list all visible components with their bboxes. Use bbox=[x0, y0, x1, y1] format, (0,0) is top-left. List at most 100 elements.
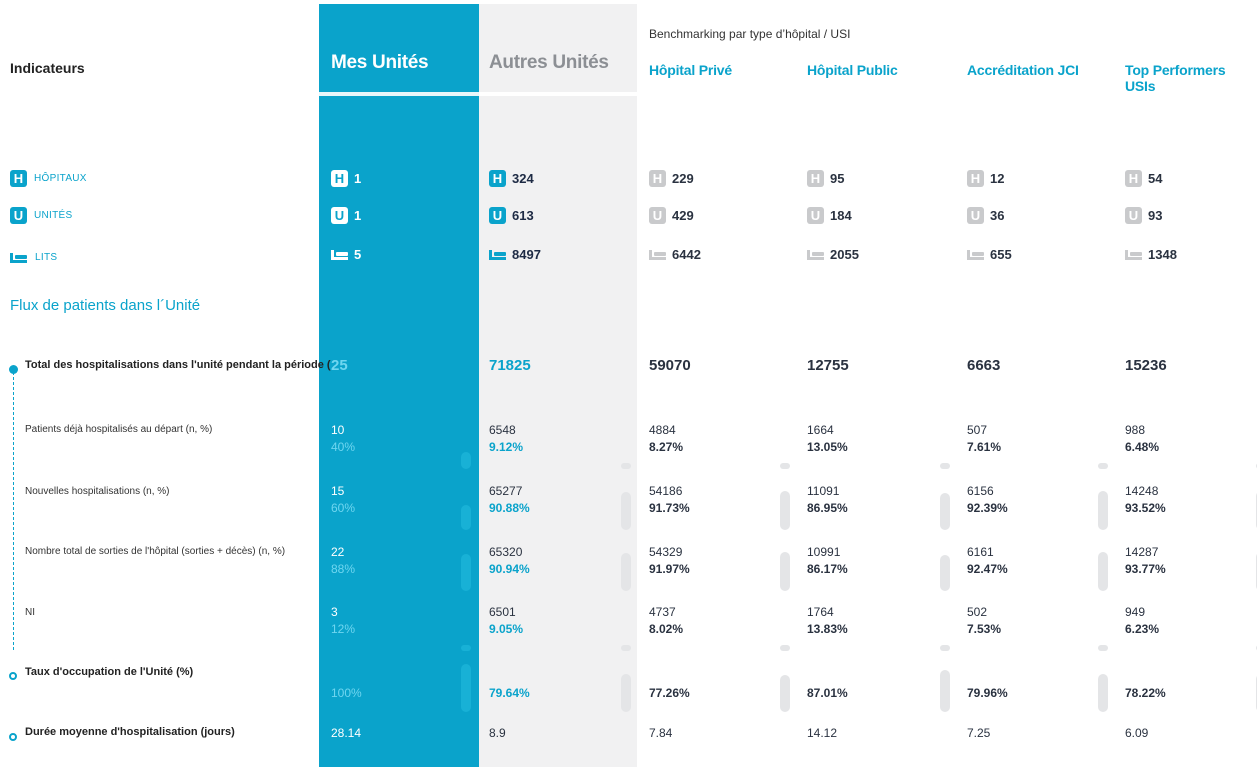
hospital-icon: H bbox=[10, 170, 27, 187]
occupancy-pct: 100% bbox=[331, 686, 362, 700]
bench-header-top[interactable]: Top Performers USIs bbox=[1125, 62, 1257, 94]
exits-n: 14287 bbox=[1125, 545, 1159, 559]
duration-value: 7.84 bbox=[649, 726, 673, 740]
ni-bar bbox=[461, 645, 471, 651]
row-label-total: Total des hospitalisations dans l'unité … bbox=[25, 359, 331, 371]
already-n: 988 bbox=[1125, 423, 1146, 437]
header-separator bbox=[319, 92, 479, 96]
units-count-cell: U 613 bbox=[489, 207, 534, 224]
ni-pct: 12% bbox=[331, 622, 356, 636]
hospitals-label: HÔPITAUX bbox=[34, 173, 87, 184]
occupancy-pct: 77.26% bbox=[649, 686, 690, 700]
new-bar bbox=[621, 492, 631, 530]
total-value: 71825 bbox=[489, 357, 531, 374]
exits-bar bbox=[461, 554, 471, 591]
total-value: 15236 bbox=[1125, 357, 1167, 374]
other-units-header[interactable]: Autres Unités bbox=[489, 52, 609, 74]
occupancy-bar bbox=[461, 664, 471, 712]
hospital-icon: H bbox=[1125, 170, 1142, 187]
hospitals-count-cell: H 95 bbox=[807, 170, 844, 187]
exits-pct: 91.97% bbox=[649, 562, 690, 576]
new-bar bbox=[461, 505, 471, 530]
row-label-duration: Durée moyenne d'hospitalisation (jours) bbox=[25, 726, 235, 738]
ni-bar bbox=[621, 645, 631, 651]
beds-count-cell: 5 bbox=[331, 247, 361, 262]
my-units-header[interactable]: Mes Unités bbox=[331, 52, 429, 74]
hospitals-count-cell: H1 bbox=[331, 170, 361, 187]
exits-pct: 86.17% bbox=[807, 562, 848, 576]
units-count-cell: U 93 bbox=[1125, 207, 1162, 224]
timeline-ring bbox=[9, 733, 17, 741]
bench-header-jci[interactable]: Accréditation JCI bbox=[967, 62, 1079, 78]
my-units-column bbox=[319, 4, 479, 767]
exits-pct: 93.77% bbox=[1125, 562, 1166, 576]
bed-icon bbox=[489, 249, 506, 260]
units-count-cell: U 36 bbox=[967, 207, 1004, 224]
new-pct: 60% bbox=[331, 501, 356, 515]
unit-icon: U bbox=[649, 207, 666, 224]
benchmark-caption: Benchmarking par type d’hôpital / USI bbox=[649, 27, 851, 41]
duration-value: 14.12 bbox=[807, 726, 838, 740]
row-label-occupancy: Taux d'occupation de l'Unité (%) bbox=[25, 666, 194, 678]
already-bar bbox=[780, 463, 790, 469]
exits-pct: 92.47% bbox=[967, 562, 1008, 576]
hospitals-count: 12 bbox=[990, 171, 1005, 186]
total-value: 12755 bbox=[807, 357, 849, 374]
total-value: 59070 bbox=[649, 357, 691, 374]
hospitals-count-cell: H 54 bbox=[1125, 170, 1162, 187]
already-n: 507 bbox=[967, 423, 988, 437]
already-bar bbox=[940, 463, 950, 469]
ni-bar bbox=[780, 645, 790, 651]
bed-icon bbox=[649, 249, 666, 260]
beds-count: 655 bbox=[990, 247, 1012, 262]
occupancy-bar bbox=[780, 675, 790, 712]
unit-icon: U bbox=[10, 207, 27, 224]
row-label-already: Patients déjà hospitalisés au départ (n,… bbox=[25, 424, 213, 435]
ni-n: 949 bbox=[1125, 605, 1146, 619]
already-pct: 13.05% bbox=[807, 440, 848, 454]
beds-label-row: LITS bbox=[10, 252, 57, 263]
exits-bar bbox=[621, 553, 631, 591]
row-label-exits: Nombre total de sorties de l'hôpital (so… bbox=[25, 546, 286, 557]
exits-bar bbox=[1098, 552, 1108, 591]
beds-count-cell: 655 bbox=[967, 247, 1012, 262]
occupancy-pct: 79.64% bbox=[489, 686, 530, 700]
units-count-cell: U 184 bbox=[807, 207, 852, 224]
hospitals-label-row: H HÔPITAUX bbox=[10, 170, 87, 187]
new-bar bbox=[780, 491, 790, 530]
bench-header-private[interactable]: Hôpital Privé bbox=[649, 62, 732, 78]
already-bar bbox=[461, 452, 471, 469]
units-label: UNITÉS bbox=[34, 210, 73, 221]
occupancy-bar bbox=[1098, 674, 1108, 712]
beds-count-cell: 6442 bbox=[649, 247, 701, 262]
already-n: 4884 bbox=[649, 423, 676, 437]
exits-bar bbox=[940, 555, 950, 591]
ni-pct: 8.02% bbox=[649, 622, 684, 636]
hospital-icon: H bbox=[807, 170, 824, 187]
hospitals-count: 1 bbox=[354, 171, 362, 186]
new-n: 15 bbox=[331, 484, 345, 498]
ni-n: 502 bbox=[967, 605, 988, 619]
units-count: 93 bbox=[1148, 208, 1163, 223]
new-pct: 86.95% bbox=[807, 501, 848, 515]
ni-n: 4737 bbox=[649, 605, 676, 619]
occupancy-pct: 79.96% bbox=[967, 686, 1008, 700]
hospital-icon: H bbox=[489, 170, 506, 187]
bench-header-public[interactable]: Hôpital Public bbox=[807, 62, 898, 78]
beds-count-cell: 8497 bbox=[489, 247, 541, 262]
ni-n: 6501 bbox=[489, 605, 516, 619]
already-pct: 6.48% bbox=[1125, 440, 1160, 454]
bed-icon bbox=[807, 249, 824, 260]
already-pct: 8.27% bbox=[649, 440, 684, 454]
beds-count-cell: 2055 bbox=[807, 247, 859, 262]
already-bar bbox=[1098, 463, 1108, 469]
exits-bar bbox=[780, 552, 790, 591]
already-n: 6548 bbox=[489, 423, 516, 437]
hospitals-count-cell: H 229 bbox=[649, 170, 694, 187]
beds-count: 6442 bbox=[672, 247, 701, 262]
units-count-cell: U 429 bbox=[649, 207, 694, 224]
already-n: 10 bbox=[331, 423, 345, 437]
hospitals-count-cell: H 324 bbox=[489, 170, 534, 187]
row-label-ni: NI bbox=[25, 607, 35, 618]
exits-pct: 90.94% bbox=[489, 562, 530, 576]
